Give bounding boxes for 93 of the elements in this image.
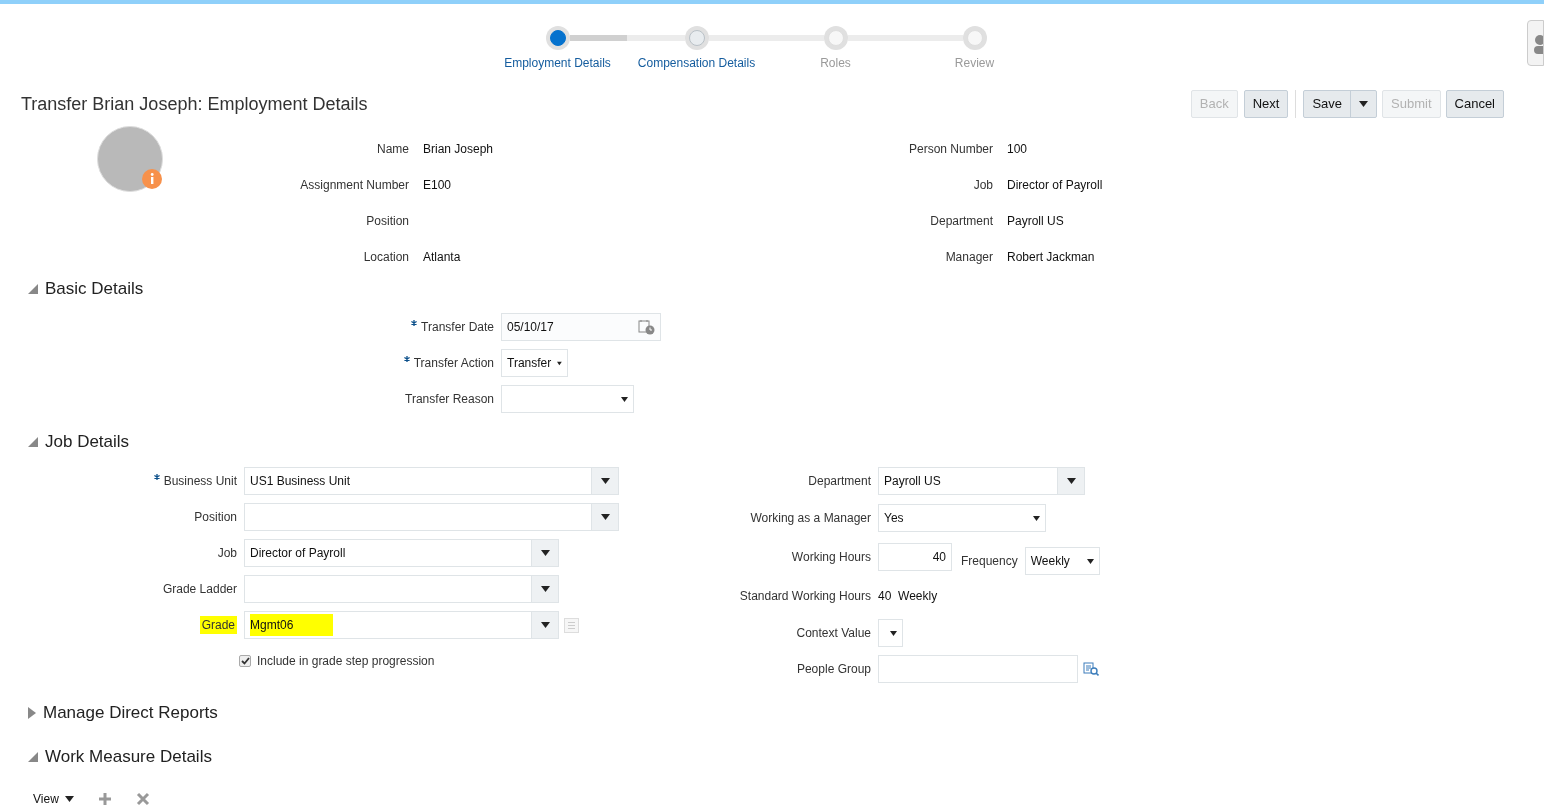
caret-icon <box>600 478 610 484</box>
section-header[interactable]: Work Measure Details <box>0 742 1544 772</box>
info-icon <box>142 169 162 189</box>
field-value: Director of Payroll <box>250 545 346 562</box>
field-label: Working Hours <box>791 549 871 566</box>
field-value: Payroll US <box>1007 213 1064 230</box>
field-label: Grade Ladder <box>162 581 237 598</box>
field-label: Person Number <box>908 141 993 158</box>
section-header[interactable]: Manage Direct Reports <box>0 698 1544 728</box>
field-label: Assignment Number <box>300 177 409 194</box>
field-value: 100 <box>1007 141 1028 158</box>
save-label[interactable]: Save <box>1304 91 1352 117</box>
dropdown-field[interactable]: US1 Business Unit <box>244 467 619 495</box>
detail-button[interactable] <box>564 617 579 633</box>
caret-icon <box>621 396 628 402</box>
field-value: Brian Joseph <box>423 141 494 158</box>
collapse-icon <box>28 437 38 447</box>
section-header[interactable]: Basic Details <box>0 274 1544 304</box>
field-value: US1 Business Unit <box>250 473 351 490</box>
number-field[interactable]: 40 <box>878 543 952 571</box>
calendar-icon <box>638 319 655 335</box>
step-link[interactable]: Compensation Details <box>637 54 756 72</box>
field-value: Robert Jackman <box>1007 249 1095 266</box>
select-field[interactable] <box>501 385 634 413</box>
field-label: Grade <box>199 616 237 634</box>
field-label: Context Value <box>796 625 871 642</box>
select-field[interactable]: Yes <box>878 504 1046 532</box>
select-field[interactable] <box>878 619 903 647</box>
field-label: Location <box>363 249 409 266</box>
input-field[interactable] <box>878 655 1078 683</box>
field-label: Name <box>377 141 409 158</box>
field-value: Payroll US <box>884 473 941 490</box>
field-value: Weekly <box>1030 553 1070 570</box>
caret-icon <box>1033 515 1040 521</box>
field-label: Position <box>366 213 409 230</box>
toolbar-button[interactable]: Next <box>1243 90 1289 118</box>
field-label: Business Unit <box>163 473 237 490</box>
collapse-icon <box>28 752 38 762</box>
caret-icon <box>890 630 897 636</box>
field-value: Atlanta <box>423 249 461 266</box>
view-menu[interactable]: View <box>33 790 74 808</box>
field-value: Transfer <box>507 355 552 372</box>
field-label: Standard Working Hours <box>739 588 871 605</box>
expand-icon <box>28 707 36 719</box>
field-label: Position <box>194 509 237 526</box>
field-label: Job <box>217 545 237 562</box>
add-icon <box>97 792 112 806</box>
caret-icon <box>557 360 562 366</box>
collapse-icon <box>28 284 38 294</box>
save-split-button[interactable]: Save <box>1303 90 1378 118</box>
field-value: Yes <box>884 510 904 527</box>
field-value: E100 <box>423 177 452 194</box>
field-value: 05/10/17 <box>507 319 554 336</box>
caret-icon <box>600 514 610 520</box>
dropdown-field[interactable] <box>244 575 559 603</box>
caret-icon <box>1086 558 1094 564</box>
field-value: Mgmt06 <box>250 614 334 636</box>
caret-icon <box>540 550 550 556</box>
field-label: Frequency <box>961 553 1018 570</box>
search-icon <box>1083 661 1099 677</box>
field-value: Director of Payroll <box>1007 177 1103 194</box>
field-label: Manager <box>945 249 993 266</box>
field-label: Transfer Reason <box>405 391 494 408</box>
side-panel-handle[interactable] <box>1527 20 1544 66</box>
dropdown-field[interactable]: Payroll US <box>878 467 1085 495</box>
delete-icon <box>135 792 150 806</box>
caret-icon <box>1066 478 1076 484</box>
select-field[interactable]: Weekly <box>1024 547 1100 575</box>
field-label: Department <box>930 213 993 230</box>
page-title: Transfer Brian Joseph: Employment Details <box>21 92 368 116</box>
field-label: Job <box>973 177 993 194</box>
dropdown-field[interactable] <box>244 503 619 531</box>
dropdown-field[interactable]: Director of Payroll <box>244 539 559 567</box>
field-value: 40 Weekly <box>878 588 938 605</box>
field-value: 40 <box>932 549 946 566</box>
select-field[interactable]: Transfer <box>501 349 568 377</box>
field-label: People Group <box>796 661 871 678</box>
step-link[interactable]: Employment Details <box>504 54 611 72</box>
date-field[interactable]: 05/10/17 <box>501 313 661 341</box>
caret-icon <box>540 622 550 628</box>
caret-icon <box>64 796 74 802</box>
field-label: Transfer Date <box>421 319 494 336</box>
checkbox[interactable] <box>239 655 251 667</box>
field-label: Transfer Action <box>413 355 494 372</box>
caret-icon <box>540 586 550 592</box>
caret-icon <box>1359 101 1369 107</box>
checkbox-label: Include in grade step progression <box>257 653 435 670</box>
field-label: Working as a Manager <box>750 510 871 527</box>
field-label: Department <box>808 473 871 490</box>
toolbar-button[interactable]: Cancel <box>1445 90 1504 118</box>
person-icon <box>1533 34 1543 54</box>
section-header[interactable]: Job Details <box>0 427 1544 457</box>
dropdown-field[interactable]: Mgmt06 <box>244 611 559 639</box>
